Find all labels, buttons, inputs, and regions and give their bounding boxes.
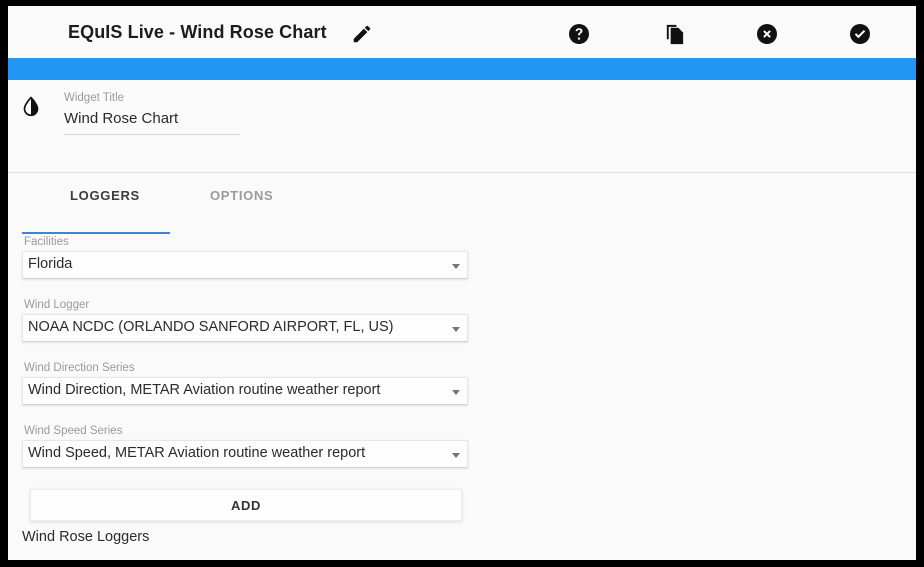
help-icon [569,24,589,44]
wind-direction-series-caption: Wind Direction Series [24,362,135,374]
help-button[interactable] [565,20,593,48]
wind-logger-caption: Wind Logger [24,299,90,311]
wind-logger-value: NOAA NCDC (ORLANDO SANFORD AIRPORT, FL, … [28,319,394,335]
widget-title-input[interactable] [64,108,240,135]
section-divider [8,172,916,173]
close-icon [757,24,777,44]
wind-direction-series-field: Wind Direction Series Wind Direction, ME… [22,360,468,405]
facilities-value: Florida [28,256,73,272]
tab-bar: LOGGERS OPTIONS [8,188,916,234]
header-bar: EQuIS Live - Wind Rose Chart [8,6,916,58]
chevron-down-icon [452,264,460,269]
chevron-down-icon [452,327,460,332]
widget-title-caption: Widget Title [64,92,125,104]
copy-icon [666,24,683,44]
accent-bar [8,58,916,80]
wind-rose-loggers-label: Wind Rose Loggers [22,529,150,545]
page-title: EQuIS Live - Wind Rose Chart [68,22,327,42]
add-button[interactable]: ADD [30,489,462,521]
facilities-caption: Facilities [24,236,69,248]
contrast-droplet-icon [23,96,39,117]
wind-logger-select[interactable]: NOAA NCDC (ORLANDO SANFORD AIRPORT, FL, … [22,314,468,342]
facilities-select[interactable]: Florida [22,251,468,279]
wind-logger-field: Wind Logger NOAA NCDC (ORLANDO SANFORD A… [22,297,468,342]
tab-options[interactable]: OPTIONS [210,188,273,215]
chevron-down-icon [452,453,460,458]
copy-button[interactable] [660,20,688,48]
wind-speed-series-caption: Wind Speed Series [24,425,123,437]
check-icon [850,24,870,44]
wind-direction-series-select[interactable]: Wind Direction, METAR Aviation routine w… [22,377,468,405]
edit-button[interactable] [348,20,376,48]
window-frame: EQuIS Live - Wind Rose Chart Widget Titl… [0,0,924,567]
close-button[interactable] [753,20,781,48]
wind-speed-series-field: Wind Speed Series Wind Speed, METAR Avia… [22,423,468,468]
confirm-button[interactable] [846,20,874,48]
widget-title-field: Widget Title [64,90,240,135]
chevron-down-icon [452,390,460,395]
edit-icon [353,25,371,43]
widget-title-section: Widget Title [8,80,916,172]
facilities-field: Facilities Florida [22,234,468,279]
wind-direction-series-value: Wind Direction, METAR Aviation routine w… [28,382,381,398]
wind-speed-series-value: Wind Speed, METAR Aviation routine weath… [28,445,366,461]
widget-editor-canvas: EQuIS Live - Wind Rose Chart Widget Titl… [8,6,916,560]
tab-loggers[interactable]: LOGGERS [70,188,140,215]
wind-speed-series-select[interactable]: Wind Speed, METAR Aviation routine weath… [22,440,468,468]
